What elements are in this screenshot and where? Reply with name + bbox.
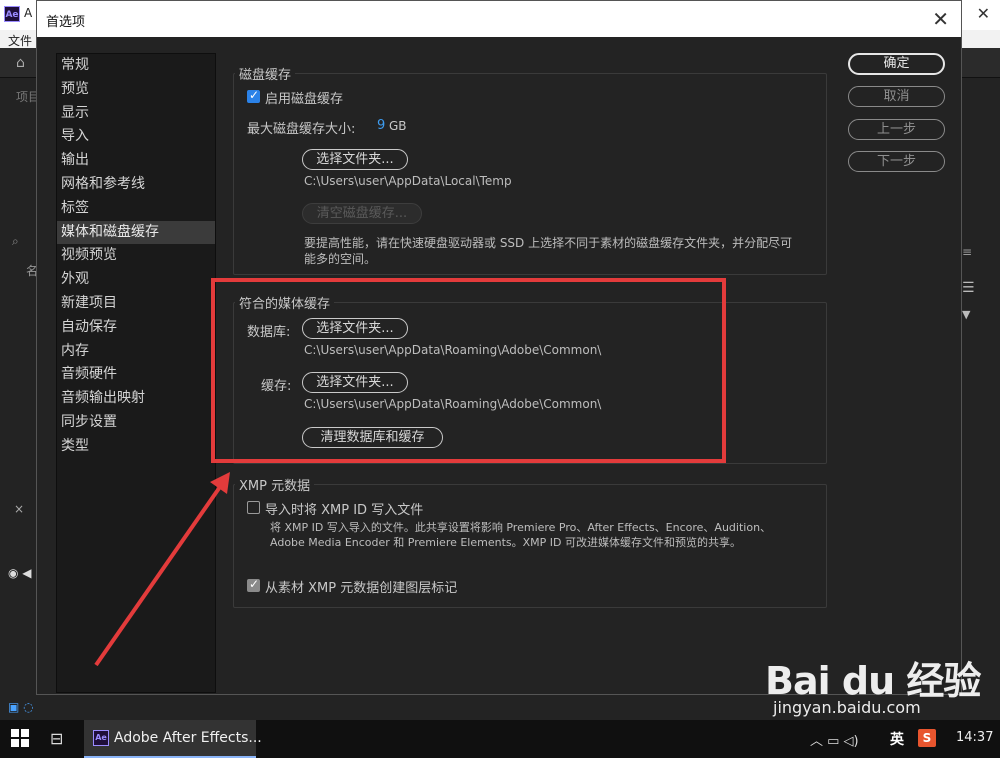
clock[interactable]: 14:37 [956, 730, 993, 745]
nav-item[interactable]: 新建项目 [57, 292, 215, 316]
xmp-desc-line2: Adobe Media Encoder 和 Premiere Elements。… [270, 536, 742, 549]
previous-button[interactable]: 上一步 [848, 119, 945, 140]
eye-icon[interactable]: ◉ ◀ [8, 566, 32, 580]
ae-app-icon: Ae [93, 730, 109, 746]
taskbar-app-label: Adobe After Effects... [114, 730, 262, 746]
panel-icons[interactable]: ▣ ◌ [8, 700, 34, 714]
annotation-highlight-box [211, 278, 726, 463]
nav-item[interactable]: 自动保存 [57, 316, 215, 340]
list-icon[interactable]: ☰ [962, 280, 975, 296]
nav-item[interactable]: 内存 [57, 340, 215, 364]
watermark-logo: Bai du 经验 [765, 659, 981, 703]
disk-cache-path: C:\Users\user\AppData\Local\Temp [304, 174, 512, 188]
dialog-titlebar: 首选项 ✕ [37, 1, 961, 37]
menu-icon[interactable]: ≡ [962, 245, 972, 259]
nav-item[interactable]: 网格和参考线 [57, 173, 215, 197]
disk-cache-choose-folder-button[interactable]: 选择文件夹... [302, 149, 408, 170]
ae-app-icon: Ae [4, 6, 20, 22]
nav-item[interactable]: 输出 [57, 149, 215, 173]
nav-item[interactable]: 媒体和磁盘缓存 [57, 220, 215, 245]
close-icon[interactable]: ✕ [932, 7, 949, 31]
ae-menu-file[interactable]: 文件 [8, 32, 32, 49]
enable-disk-cache-label: 启用磁盘缓存 [265, 92, 344, 107]
max-disk-cache-label: 最大磁盘缓存大小: [247, 122, 356, 137]
sogou-icon[interactable]: S [918, 729, 936, 747]
create-layer-markers-checkbox[interactable]: ✓ [247, 577, 260, 592]
nav-item[interactable]: 常规 [57, 54, 215, 78]
ae-close-icon[interactable]: ✕ [977, 4, 990, 23]
nav-item[interactable]: 导入 [57, 125, 215, 149]
xmp-title: XMP 元数据 [235, 475, 315, 494]
ae-title: A [24, 6, 33, 20]
windows-start-icon[interactable] [10, 728, 30, 748]
create-layer-markers-label: 从素材 XMP 元数据创建图层标记 [265, 581, 458, 596]
nav-item[interactable]: 音频输出映射 [57, 387, 215, 411]
preferences-nav: 常规 预览 显示 导入 输出 网格和参考线 标签 媒体和磁盘缓存 视频预览 外观 新建项目 自动保存内… [56, 53, 216, 693]
empty-disk-cache-button[interactable]: 清空磁盘缓存... [302, 203, 422, 224]
next-button[interactable]: 下一步 [848, 151, 945, 172]
xmp-desc-line1: 将 XMP ID 写入导入的文件。此共享设置将影响 Premiere Pro、A… [270, 521, 772, 534]
nav-item[interactable]: 音频硬件 [57, 363, 215, 387]
nav-item[interactable]: 视频预览 [57, 244, 215, 268]
nav-item[interactable]: 标签 [57, 197, 215, 221]
nav-item[interactable]: 同步设置 [57, 411, 215, 435]
close-icon[interactable]: × [14, 502, 24, 516]
system-tray-icons[interactable]: ︿ ▭ ◁) [810, 730, 859, 749]
ime-indicator[interactable]: 英 [890, 729, 904, 749]
watermark-url: jingyan.baidu.com [773, 698, 921, 717]
task-view-icon[interactable]: ⊟ [50, 729, 63, 748]
ok-button[interactable]: 确定 [848, 53, 945, 75]
nav-item[interactable]: 预览 [57, 78, 215, 102]
cancel-button[interactable]: 取消 [848, 86, 945, 107]
dialog-title: 首选项 [46, 15, 86, 30]
disk-cache-note: 要提高性能，请在快速硬盘驱动器或 SSD 上选择不同于素材的磁盘缓存文件夹，并分… [304, 236, 793, 266]
taskbar-after-effects[interactable]: Ae Adobe After Effects... [84, 720, 262, 758]
write-xmp-id-checkbox[interactable] [247, 501, 260, 514]
dropdown-icon[interactable]: ▼ [962, 308, 970, 321]
write-xmp-id-label: 导入时将 XMP ID 写入文件 [265, 503, 424, 518]
search-icon[interactable]: ⌕ [12, 234, 19, 249]
nav-item[interactable]: 类型 [57, 435, 215, 459]
disk-cache-title: 磁盘缓存 [235, 64, 296, 83]
enable-disk-cache-checkbox[interactable]: ✓ [247, 88, 260, 103]
max-disk-cache-value[interactable]: 9 [377, 118, 385, 133]
nav-item[interactable]: 显示 [57, 102, 215, 126]
nav-item[interactable]: 外观 [57, 268, 215, 292]
max-disk-cache-unit: GB [389, 119, 407, 133]
baidu-watermark: Bai du 经验 jingyan.baidu.com [765, 650, 995, 720]
windows-taskbar: ⊟ Ae Adobe After Effects... ︿ ▭ ◁) 英 S 1… [0, 720, 1000, 758]
home-icon[interactable]: ⌂ [16, 55, 25, 71]
